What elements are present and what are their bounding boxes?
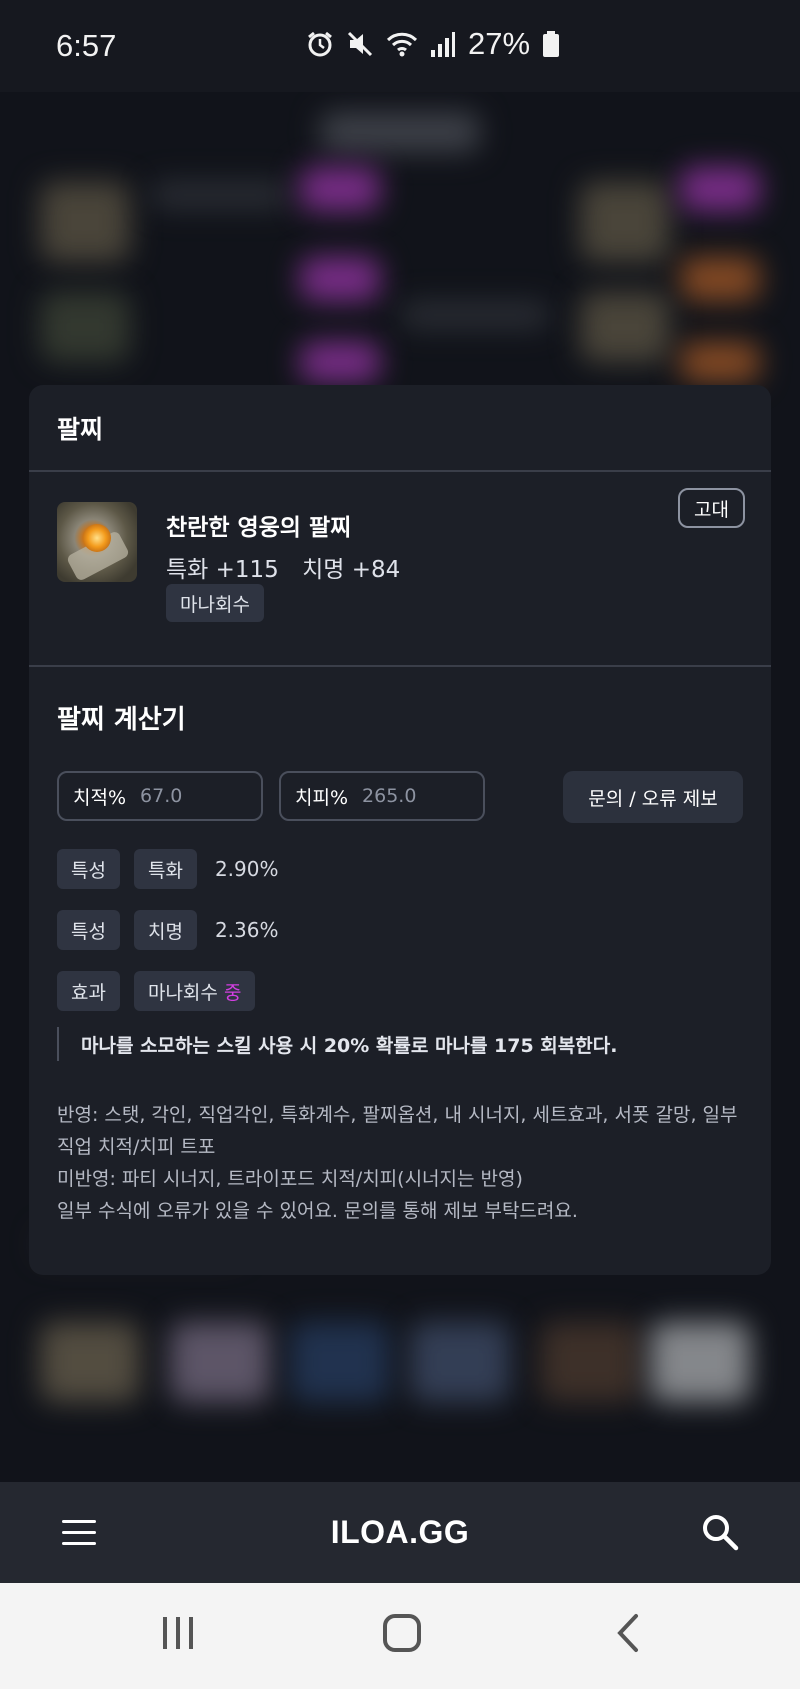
row-stat-tag: 치명 [133, 910, 197, 950]
item-stat-crit: 치명 +84 [302, 557, 401, 583]
alarm-icon [308, 31, 332, 57]
effect-type-tag: 효과 [57, 971, 120, 1011]
bracelet-item-icon [57, 502, 137, 582]
effect-description: 마나를 소모하는 스킬 사용 시 20% 확률로 마나를 175 회복한다. [57, 1027, 617, 1061]
item-name: 찬란한 영웅의 팔찌 [166, 515, 352, 541]
row-value: 2.36% [214, 918, 279, 942]
hamburger-menu-icon[interactable] [62, 1520, 96, 1546]
battery-percent: 27% [468, 26, 531, 61]
effect-name-tag: 마나회수 중 [133, 971, 256, 1011]
stat-row-crit: 특성 치명 2.36% [57, 910, 278, 950]
wifi-icon [386, 32, 418, 57]
crit-damage-value: 265.0 [362, 785, 417, 807]
bracelet-item: 찬란한 영웅의 팔찌 특화 +115 치명 +84 고대 마나회수 [29, 472, 771, 667]
status-bar: 6:57 27% [0, 0, 800, 92]
calculator-title: 팔찌 계산기 [57, 705, 186, 735]
calculator-notes: 반영: 스탯, 각인, 직업각인, 특화계수, 팔찌옵션, 내 시너지, 세트효… [57, 1099, 747, 1227]
effect-row: 효과 마나회수 중 [57, 971, 256, 1011]
crit-damage-input[interactable]: 치피% 265.0 [279, 771, 485, 821]
app-bar: ILOA.GG [0, 1482, 800, 1583]
crit-rate-label: 치적% [73, 786, 127, 809]
site-logo[interactable]: ILOA.GG [331, 1514, 470, 1551]
notes-not-applied: 미반영: 파티 시너지, 트라이포드 치적/치피(시너지는 반영) [57, 1168, 523, 1190]
search-icon[interactable] [700, 1512, 740, 1552]
row-type-tag: 특성 [57, 849, 120, 889]
report-button[interactable]: 문의 / 오류 제보 [563, 771, 743, 823]
grade-label: 고대 [694, 498, 729, 521]
signal-icon [431, 32, 455, 57]
row-stat-tag: 특화 [133, 849, 197, 889]
stat-row-specialization: 특성 특화 2.90% [57, 849, 278, 889]
back-icon[interactable] [612, 1613, 642, 1653]
crit-rate-value: 67.0 [140, 785, 183, 807]
system-navigation-bar [0, 1583, 800, 1689]
item-stats: 특화 +115 치명 +84 [166, 550, 400, 584]
crit-damage-label: 치피% [295, 786, 349, 809]
status-icons: 27% [306, 26, 560, 62]
notes-applied: 반영: 스탯, 각인, 직업각인, 특화계수, 팔찌옵션, 내 시너지, 세트효… [57, 1104, 738, 1158]
effect-level: 중 [223, 981, 242, 1004]
mute-icon [347, 31, 373, 57]
item-stat-specialization: 특화 +115 [166, 557, 279, 583]
home-icon[interactable] [382, 1613, 422, 1653]
grade-tag: 고대 [678, 488, 745, 528]
crit-rate-input[interactable]: 치적% 67.0 [57, 771, 263, 821]
bracelet-modal: 팔찌 찬란한 영웅의 팔찌 특화 +115 치명 +84 고대 마나회수 팔찌 … [29, 385, 771, 1275]
effect-name: 마나회수 [147, 981, 218, 1004]
item-effect-tag: 마나회수 [166, 584, 264, 622]
bracelet-calculator: 팔찌 계산기 치적% 67.0 치피% 265.0 문의 / 오류 제보 특성 … [29, 667, 771, 1273]
notes-disclaimer: 일부 수식에 오류가 있을 수 있어요. 문의를 통해 제보 부탁드려요. [57, 1200, 578, 1222]
recent-apps-icon[interactable] [160, 1613, 196, 1653]
row-type-tag: 특성 [57, 910, 120, 950]
modal-title: 팔찌 [29, 385, 771, 472]
row-value: 2.90% [214, 857, 279, 881]
status-time: 6:57 [56, 28, 117, 63]
battery-icon [543, 31, 560, 57]
